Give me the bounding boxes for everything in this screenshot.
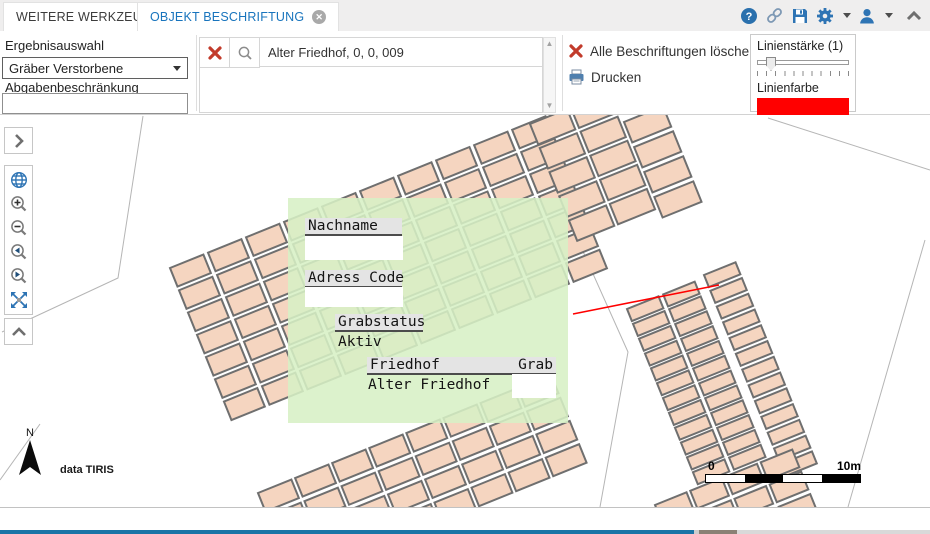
slider-thumb[interactable]	[766, 57, 776, 71]
levy-restriction-input[interactable]	[2, 93, 188, 114]
map-area: Nachname Adress Code Grabstatus Aktiv Fr…	[0, 115, 930, 507]
parcel-boundary-line	[768, 118, 930, 170]
tab-objekt-beschriftung[interactable]: OBJEKT BESCHRIFTUNG ✕	[137, 2, 339, 31]
scale-strip	[705, 474, 861, 483]
webgis-app: { "tabs": { "tab1": "WEITERE WERKZEUGE",…	[0, 0, 930, 534]
grab-value-box	[512, 374, 556, 398]
remove-label-button[interactable]	[200, 38, 230, 68]
line-settings-box: Linienstärke (1) Linienfarbe	[750, 34, 856, 112]
panel-divider	[562, 35, 563, 111]
bottom-strip	[0, 530, 930, 534]
label-entry[interactable]: Alter Friedhof, 0, 0, 009	[260, 38, 542, 67]
delete-all-label: Alle Beschriftungen löschen	[590, 44, 757, 59]
grave-plot-cluster	[627, 282, 765, 485]
printer-icon	[568, 69, 585, 85]
line-color-label: Linienfarbe	[757, 81, 849, 95]
grabstatus-header: Grabstatus	[335, 314, 423, 332]
zoom-next-icon[interactable]	[9, 264, 29, 288]
delete-x-icon	[568, 43, 584, 59]
label-list-row: Alter Friedhof, 0, 0, 009	[200, 38, 542, 67]
expand-panel-button[interactable]	[4, 127, 33, 154]
result-selection-dropdown[interactable]: Gräber Verstorbene	[2, 57, 188, 79]
help-icon[interactable]: ?	[740, 7, 758, 25]
line-color-swatch[interactable]	[757, 98, 849, 115]
result-selection-label: Ergebnisauswahl	[5, 38, 104, 53]
scroll-up-icon[interactable]: ▲	[546, 40, 554, 48]
print-label: Drucken	[591, 70, 641, 85]
grabstatus-value: Aktiv	[338, 334, 382, 350]
print-button[interactable]: Drucken	[568, 69, 641, 85]
user-icon[interactable]	[858, 7, 876, 25]
scale-end-label: 10m	[837, 459, 861, 473]
scroll-down-icon[interactable]: ▼	[546, 102, 554, 110]
chevron-up-icon	[11, 326, 27, 338]
north-arrow: N	[12, 427, 48, 480]
north-label: N	[12, 427, 48, 439]
north-arrow-icon	[16, 439, 44, 477]
scale-bar: 0 10m	[705, 459, 861, 483]
header-icon-group: ?	[740, 0, 922, 31]
bottom-strip-blue	[0, 530, 694, 534]
chevron-right-icon	[13, 133, 25, 149]
tab-label: OBJEKT BESCHRIFTUNG	[150, 10, 304, 24]
scale-start-label: 0	[708, 459, 715, 473]
slider-ticks	[757, 71, 849, 76]
label-list-scrollbar[interactable]: ▲ ▼	[543, 37, 556, 113]
friedhof-header-label: Friedhof	[370, 357, 440, 373]
adress-code-value-box	[305, 287, 403, 307]
tab-bar: WEITERE WERKZEUGE OBJEKT BESCHRIFTUNG ✕ …	[0, 0, 930, 31]
tool-panel: Ergebnisauswahl Gräber Verstorbene Abgab…	[0, 31, 930, 115]
zoom-previous-icon[interactable]	[9, 240, 29, 264]
grab-header-label: Grab	[518, 357, 553, 373]
grave-plot[interactable]	[258, 480, 299, 507]
label-list: Alter Friedhof, 0, 0, 009	[199, 37, 543, 113]
status-bar	[0, 507, 930, 530]
search-icon[interactable]	[230, 38, 260, 68]
settings-gear-icon[interactable]	[816, 7, 834, 25]
delete-all-labels-button[interactable]: Alle Beschriftungen löschen	[568, 43, 757, 59]
settings-caret-icon[interactable]	[843, 13, 851, 18]
object-label-overlay[interactable]: Nachname Adress Code Grabstatus Aktiv Fr…	[288, 198, 568, 423]
close-tab-icon[interactable]: ✕	[312, 10, 326, 24]
line-weight-label: Linienstärke (1)	[757, 39, 849, 53]
zoom-in-icon[interactable]	[9, 192, 29, 216]
friedhof-value: Alter Friedhof	[368, 377, 490, 393]
adress-code-header: Adress Code	[305, 270, 402, 288]
nachname-header: Nachname	[305, 218, 402, 236]
link-icon[interactable]	[765, 6, 784, 25]
collapse-chevron-icon[interactable]	[906, 10, 922, 22]
collapse-toolbar-button[interactable]	[4, 318, 33, 345]
friedhof-grab-header: Friedhof Grab	[367, 357, 556, 375]
zoom-out-icon[interactable]	[9, 216, 29, 240]
map-attribution: data TIRIS	[60, 464, 114, 476]
map-tools	[4, 165, 33, 315]
panel-divider	[196, 35, 197, 111]
full-extent-icon[interactable]	[9, 288, 29, 312]
dropdown-value: Gräber Verstorbene	[9, 61, 123, 76]
dropdown-arrow-icon	[173, 66, 181, 71]
bottom-strip-thumb	[699, 530, 737, 534]
user-caret-icon[interactable]	[885, 13, 893, 18]
grave-plot[interactable]	[655, 492, 694, 507]
save-icon[interactable]	[791, 7, 809, 25]
nachname-value-box	[305, 236, 403, 260]
line-weight-slider[interactable]	[757, 60, 849, 65]
svg-text:?: ?	[746, 11, 753, 23]
globe-icon[interactable]	[9, 168, 29, 192]
